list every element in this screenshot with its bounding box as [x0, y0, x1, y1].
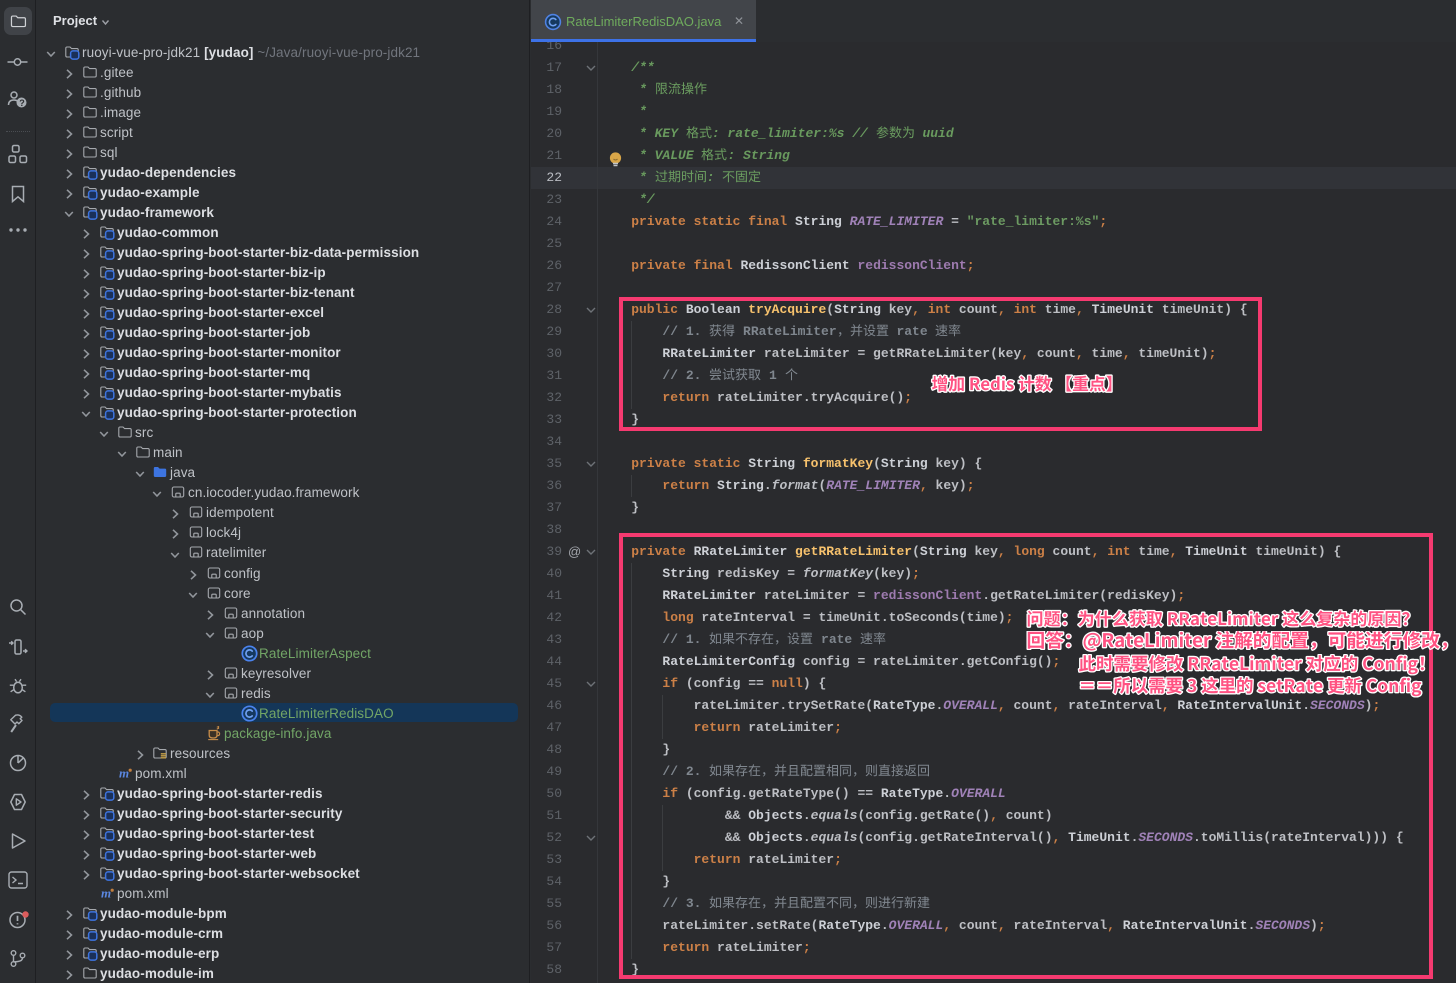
svg-text:m: m: [119, 766, 129, 781]
svg-text:?: ?: [19, 98, 25, 108]
svg-text:m: m: [101, 886, 111, 901]
